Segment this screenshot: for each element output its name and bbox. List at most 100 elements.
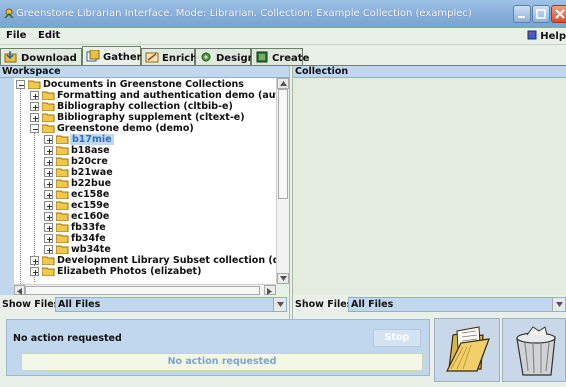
progress-bar: No action requested	[21, 353, 423, 371]
expand-icon[interactable]	[44, 146, 53, 155]
arrow-down-icon	[280, 276, 287, 281]
workspace-filter-select[interactable]: All Files	[55, 297, 287, 312]
expand-icon[interactable]	[44, 135, 53, 144]
tab-gather[interactable]: Gather	[82, 46, 142, 65]
folder-icon	[56, 168, 69, 177]
menu-edit[interactable]: Edit	[38, 30, 60, 41]
expand-icon[interactable]	[30, 91, 39, 100]
workspace-horizontal-scrollbar[interactable]	[14, 284, 276, 295]
chevron-down-icon	[277, 302, 284, 307]
expand-icon[interactable]	[30, 267, 39, 276]
tree-label: fb34fe	[71, 233, 106, 244]
tree-label: ec158e	[71, 189, 110, 200]
tab-enrich-label: Enrich	[162, 53, 198, 64]
scroll-thumb[interactable]	[278, 89, 288, 199]
expand-icon[interactable]	[44, 234, 53, 243]
collection-show-files: Show Files All Files	[293, 296, 566, 314]
arrow-up-icon	[280, 81, 287, 86]
menu-help-label: Help	[540, 31, 566, 42]
window-title: Greenstone Librarian Interface. Mode: Li…	[16, 8, 472, 19]
expand-icon[interactable]	[44, 190, 53, 199]
tab-download[interactable]: Download	[0, 48, 82, 65]
tree-label: b18ase	[71, 145, 110, 156]
tab-design-label: Design	[216, 53, 255, 64]
tab-download-label: Download	[21, 53, 77, 64]
expand-icon[interactable]	[30, 113, 39, 122]
scroll-thumb[interactable]	[25, 286, 260, 295]
menu-help[interactable]: Help	[527, 30, 566, 42]
collapse-icon[interactable]	[16, 80, 25, 89]
tree-label: Bibliography collection (cltbib-e)	[57, 101, 233, 112]
folder-icon	[56, 223, 69, 232]
filter-value: All Files	[58, 299, 101, 310]
close-button[interactable]	[551, 5, 566, 23]
folder-icon	[56, 157, 69, 166]
tree-label: Bibliography supplement (cltext-e)	[57, 112, 245, 123]
expand-icon[interactable]	[44, 245, 53, 254]
collection-filter-select[interactable]: All Files	[348, 297, 566, 312]
tab-create-label: Create	[272, 53, 310, 64]
tree-label: Development Library Subset collection (d…	[57, 255, 276, 266]
arrow-right-icon	[267, 288, 272, 295]
design-icon	[201, 52, 211, 62]
workspace-header: Workspace	[0, 66, 289, 78]
folder-icon	[56, 190, 69, 199]
delete-button[interactable]	[502, 318, 566, 382]
collection-tree[interactable]	[293, 78, 566, 295]
open-folder-button[interactable]	[434, 318, 500, 382]
expand-icon[interactable]	[44, 201, 53, 210]
menu-file[interactable]: File	[6, 30, 26, 41]
collapse-icon[interactable]	[30, 124, 39, 133]
dropdown-button[interactable]	[552, 298, 565, 311]
filter-value: All Files	[351, 299, 394, 310]
tree-label: Greenstone demo (demo)	[57, 123, 194, 134]
expand-icon[interactable]	[30, 256, 39, 265]
folder-icon	[56, 179, 69, 188]
tab-create[interactable]: Create	[251, 48, 309, 65]
tab-gather-label: Gather	[103, 52, 142, 63]
minimize-button[interactable]	[513, 5, 531, 23]
gather-icon	[86, 50, 100, 62]
tree-label: ec160e	[71, 211, 110, 222]
tree-connector	[20, 88, 21, 284]
download-icon	[4, 51, 17, 63]
folder-icon	[56, 201, 69, 210]
scroll-right-button[interactable]	[264, 285, 276, 295]
workspace-show-files: Show Files All Files	[0, 296, 289, 314]
scroll-down-button[interactable]	[277, 273, 289, 284]
workspace-tree[interactable]: Documents in Greenstone Collections Form…	[14, 78, 276, 284]
folder-icon	[42, 256, 55, 265]
folder-icon	[56, 245, 69, 254]
expand-icon[interactable]	[44, 168, 53, 177]
show-files-label: Show Files	[295, 299, 353, 310]
tree-label: b20cre	[71, 156, 108, 167]
folder-icon	[56, 146, 69, 155]
expand-icon[interactable]	[44, 212, 53, 221]
tab-enrich[interactable]: Enrich	[141, 48, 198, 65]
expand-icon[interactable]	[44, 157, 53, 166]
scroll-left-button[interactable]	[14, 285, 25, 295]
minimize-icon	[518, 16, 525, 18]
help-book-icon	[527, 30, 537, 40]
maximize-button[interactable]	[532, 5, 550, 23]
workspace-vertical-scrollbar[interactable]	[276, 78, 289, 284]
workspace-gutter	[0, 78, 14, 295]
collection-header: Collection	[293, 66, 566, 78]
expand-icon[interactable]	[30, 102, 39, 111]
expand-icon[interactable]	[44, 223, 53, 232]
close-icon	[555, 9, 565, 19]
trash-icon	[516, 326, 556, 376]
dropdown-button[interactable]	[273, 298, 286, 311]
scroll-up-button[interactable]	[277, 78, 289, 89]
stop-button[interactable]: Stop	[373, 329, 421, 347]
tree-label: b22bue	[71, 178, 112, 189]
create-icon	[256, 51, 268, 63]
expand-icon[interactable]	[44, 179, 53, 188]
tab-design[interactable]: Design	[195, 48, 255, 65]
folder-icon	[42, 113, 55, 122]
tree-label: Documents in Greenstone Collections	[43, 79, 244, 90]
tree-label: Formatting and authentication demo (auth…	[57, 90, 276, 101]
arrow-left-icon	[17, 288, 22, 295]
status-message: No action requested	[13, 333, 122, 344]
folder-icon	[42, 102, 55, 111]
